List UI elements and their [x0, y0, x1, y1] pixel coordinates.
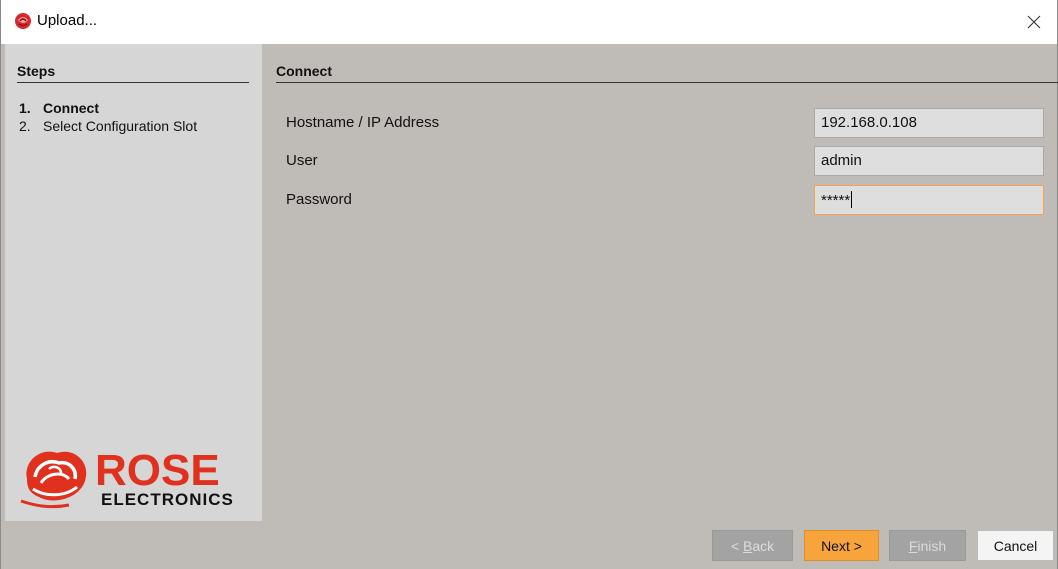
hostname-input[interactable]: 192.168.0.108: [814, 108, 1044, 138]
back-mnemonic: B: [742, 537, 753, 554]
close-button[interactable]: [1011, 0, 1057, 44]
step-label: Connect: [43, 100, 99, 116]
steps-list: 1. Connect 2. Select Configuration Slot: [19, 99, 197, 135]
password-value: *****: [821, 192, 851, 209]
finish-mnemonic: F: [908, 537, 918, 554]
next-button[interactable]: Next >: [804, 530, 879, 561]
window-title: Upload...: [37, 12, 98, 29]
cancel-label: Cancel: [993, 537, 1038, 554]
back-prefix: <: [730, 537, 743, 554]
steps-panel: Steps 1. Connect 2. Select Configuration…: [5, 44, 262, 521]
next-label: Next >: [821, 537, 862, 554]
close-icon: [1027, 15, 1041, 29]
step-connect: 1. Connect: [19, 99, 197, 117]
step-select-configuration-slot: 2. Select Configuration Slot: [19, 117, 197, 135]
hostname-value: 192.168.0.108: [821, 114, 917, 131]
step-label: Select Configuration Slot: [43, 118, 198, 134]
user-input[interactable]: admin: [814, 146, 1044, 176]
cancel-button[interactable]: Cancel: [977, 530, 1054, 561]
password-label: Password: [286, 191, 352, 208]
finish-rest: inish: [917, 537, 947, 554]
rose-flower-icon: [20, 451, 87, 509]
steps-header: Steps: [17, 63, 249, 83]
wizard-body: Steps 1. Connect 2. Select Configuration…: [0, 44, 1058, 569]
step-number: 1.: [19, 100, 31, 116]
finish-button[interactable]: Finish: [889, 530, 966, 561]
rose-electronics-logo: ROSE ELECTRONICS: [20, 446, 234, 509]
step-number: 2.: [19, 118, 31, 134]
hostname-label: Hostname / IP Address: [286, 114, 440, 131]
user-label: User: [286, 152, 318, 169]
logo-brand: ROSE: [95, 446, 220, 495]
password-input[interactable]: *****: [814, 185, 1044, 215]
logo-subtitle: ELECTRONICS: [101, 490, 234, 509]
back-button[interactable]: < Back: [712, 530, 793, 561]
user-value: admin: [821, 152, 862, 169]
rose-icon: [15, 13, 31, 29]
text-caret: [851, 191, 853, 208]
back-rest: ack: [752, 537, 775, 554]
title-bar: Upload...: [0, 0, 1058, 44]
connect-header: Connect: [276, 63, 1058, 83]
